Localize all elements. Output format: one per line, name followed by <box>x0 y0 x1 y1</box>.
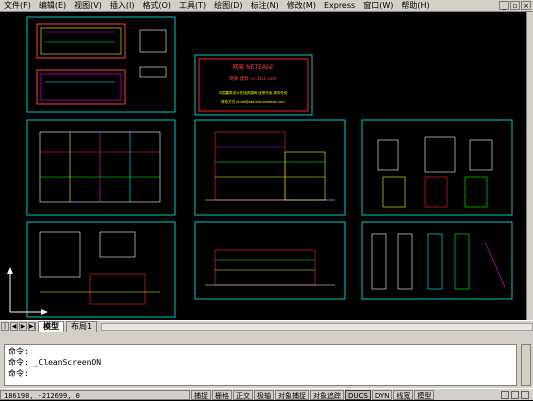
restore-icon[interactable]: ▫ <box>510 1 520 10</box>
drawing-frame-plan-3[interactable] <box>26 221 176 318</box>
command-scrollbar[interactable] <box>521 344 531 386</box>
toggle-lineweight[interactable]: 线宽 <box>393 389 414 400</box>
menu-dimension[interactable]: 标注(N) <box>247 0 283 12</box>
toggle-osnap[interactable]: 对象捕捉 <box>275 389 309 400</box>
command-window[interactable]: 命令: 命令: _CleanScreenON 命令: <box>4 344 517 386</box>
drawing-frame-details[interactable] <box>361 221 513 300</box>
drawing-frame-section-1[interactable] <box>361 119 513 216</box>
first-tab-icon[interactable]: |◀ <box>1 322 9 338</box>
menu-bar: 文件(F) 编辑(E) 视图(V) 插入(I) 格式(O) 工具(T) 绘图(D… <box>0 0 533 12</box>
communication-icon[interactable] <box>511 390 519 399</box>
status-bar: 186198, -212699, 0 捕捉 栅格 正交 极轴 对象捕捉 对象追踪… <box>0 388 533 400</box>
stamp-title: 网易 NETEASE <box>232 64 274 71</box>
menu-view[interactable]: 视图(V) <box>70 0 106 12</box>
menu-window[interactable]: 窗口(W) <box>359 0 397 12</box>
menu-edit[interactable]: 编辑(E) <box>35 0 70 12</box>
drawing-frame-elevation-1[interactable] <box>194 119 346 216</box>
menu-format[interactable]: 格式(O) <box>138 0 175 12</box>
status-tray <box>501 390 533 399</box>
command-area: 命令: 命令: _CleanScreenON 命令: <box>0 332 533 388</box>
toggle-ducs[interactable]: DUCS <box>345 389 371 400</box>
stamp-line-2: 联系方式 build@abcline.netease.com <box>221 99 285 104</box>
menu-draw[interactable]: 绘图(D) <box>210 0 246 12</box>
title-stamp: 网易 NETEASE 网易·建筑 cn.163.com 中国建筑设计在线资源网 … <box>194 54 313 116</box>
menu-file[interactable]: 文件(F) <box>0 0 35 12</box>
toggle-otrack[interactable]: 对象追踪 <box>310 389 344 400</box>
menu-tools[interactable]: 工具(T) <box>175 0 210 12</box>
menu-express[interactable]: Express <box>320 0 359 12</box>
menu-insert[interactable]: 插入(I) <box>106 0 139 12</box>
toggle-polar[interactable]: 极轴 <box>254 389 274 400</box>
command-line-3: 命令: <box>8 369 29 378</box>
layout-tab-bar: |◀ ◀ ▶ ▶| 模型 布局1 <box>0 320 533 338</box>
toggle-dyn[interactable]: DYN <box>371 389 393 400</box>
stamp-line-1: 中国建筑设计在线资源网 优秀作品,请勿外传 <box>219 90 288 95</box>
menu-help[interactable]: 帮助(H) <box>397 0 433 12</box>
command-line-1: 命令: <box>8 347 29 356</box>
horizontal-scrollbar[interactable] <box>101 322 533 331</box>
tab-layout1[interactable]: 布局1 <box>66 320 98 333</box>
command-line-2: 命令: _CleanScreenON <box>8 358 102 367</box>
toggle-grid[interactable]: 栅格 <box>212 389 232 400</box>
minimize-icon[interactable]: _ <box>499 1 509 10</box>
drawing-frame-plan-1[interactable] <box>26 16 176 113</box>
stamp-subtitle: 网易·建筑 cn.163.com <box>229 75 276 82</box>
last-tab-icon[interactable]: ▶| <box>28 322 36 331</box>
lock-icon[interactable] <box>501 390 509 399</box>
toggle-model[interactable]: 模型 <box>414 389 435 400</box>
coordinate-readout: 186198, -212699, 0 <box>0 389 190 400</box>
drawing-svg: 网易 NETEASE 网易·建筑 cn.163.com 中国建筑设计在线资源网 … <box>7 16 513 318</box>
close-icon[interactable]: × <box>521 1 531 10</box>
tab-model[interactable]: 模型 <box>38 320 64 333</box>
window-controls: _ ▫ × <box>499 1 533 10</box>
prev-tab-icon[interactable]: ◀ <box>10 322 18 331</box>
drawing-canvas[interactable]: 网易 NETEASE 网易·建筑 cn.163.com 中国建筑设计在线资源网 … <box>0 12 533 320</box>
clean-screen-icon[interactable] <box>521 390 529 399</box>
toggle-ortho[interactable]: 正交 <box>233 389 253 400</box>
drawing-frame-plan-2[interactable] <box>26 119 176 216</box>
next-tab-icon[interactable]: ▶ <box>19 322 27 331</box>
drawing-frame-elevation-2[interactable] <box>194 221 346 300</box>
vertical-scrollbar[interactable] <box>526 12 533 320</box>
menu-modify[interactable]: 修改(M) <box>283 0 320 12</box>
toggle-snap[interactable]: 捕捉 <box>191 389 211 400</box>
